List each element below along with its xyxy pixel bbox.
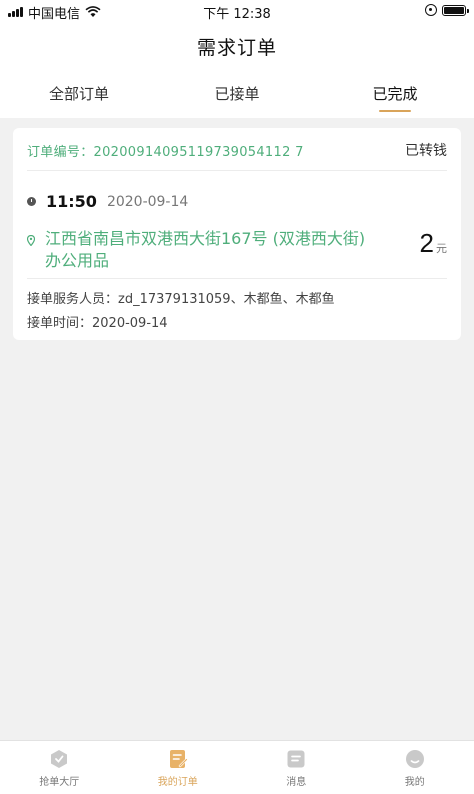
- divider: [27, 170, 447, 171]
- clock-icon: [27, 197, 36, 206]
- profile-icon: [405, 749, 424, 768]
- hall-icon: [51, 749, 68, 768]
- order-number-row: 订单编号：20200914095119739054112 7 已转钱: [27, 138, 447, 162]
- tab-all-orders[interactable]: 全部订单: [0, 68, 158, 118]
- nav-my-orders[interactable]: 我的订单: [119, 741, 238, 794]
- order-date: 2020-09-14: [106, 193, 189, 210]
- order-address: 江西省南昌市双港西大街167号 (双港西大街) 办公用品: [45, 229, 366, 270]
- divider: [27, 278, 447, 279]
- status-time: 下午 12:38: [203, 6, 271, 22]
- bottom-nav: 抢单大厅 我的订单 消息 我的: [0, 740, 474, 794]
- nav-label: 抢单大厅: [39, 776, 80, 788]
- page-title: 需求订单: [196, 36, 277, 59]
- nav-profile[interactable]: 我的: [356, 741, 474, 794]
- tab-label: 已完成: [372, 84, 418, 103]
- location-pin-icon: [27, 235, 35, 246]
- order-icon: [169, 749, 188, 768]
- order-accept-time: 接单时间：2020-09-14: [27, 316, 168, 331]
- order-card[interactable]: 订单编号：20200914095119739054112 7 已转钱 11:50…: [13, 128, 461, 340]
- tab-accepted[interactable]: 已接单: [158, 68, 316, 118]
- nav-order-hall[interactable]: 抢单大厅: [0, 741, 119, 794]
- order-price: 2 元: [420, 228, 447, 259]
- nav-label: 消息: [286, 776, 307, 788]
- order-time: 11:50: [46, 192, 97, 211]
- order-status: 已转钱: [405, 143, 447, 159]
- message-icon: [287, 750, 305, 767]
- tab-completed[interactable]: 已完成: [316, 68, 474, 118]
- price-value: 2: [419, 228, 434, 258]
- battery-icon: [442, 4, 469, 16]
- order-number: 订单编号：20200914095119739054112 7: [27, 144, 304, 160]
- order-time-row: 11:50 2020-09-14: [27, 192, 188, 211]
- tab-label: 全部订单: [48, 84, 109, 103]
- order-staff: 接单服务人员：zd_17379131059、木都鱼、木都鱼: [27, 292, 335, 307]
- tab-active-indicator: [379, 110, 411, 112]
- orientation-lock-icon: [425, 4, 437, 16]
- tab-label: 已接单: [214, 84, 260, 103]
- nav-label: 我的: [404, 776, 425, 788]
- order-tabs: 全部订单 已接单 已完成: [0, 68, 474, 118]
- order-address-row: 江西省南昌市双港西大街167号 (双港西大街) 办公用品: [27, 228, 367, 272]
- page-header: 需求订单: [0, 24, 474, 68]
- nav-label: 我的订单: [157, 776, 198, 788]
- nav-messages[interactable]: 消息: [237, 741, 356, 794]
- status-bar: 中国电信 下午 12:38: [0, 0, 474, 24]
- price-unit: 元: [436, 242, 447, 255]
